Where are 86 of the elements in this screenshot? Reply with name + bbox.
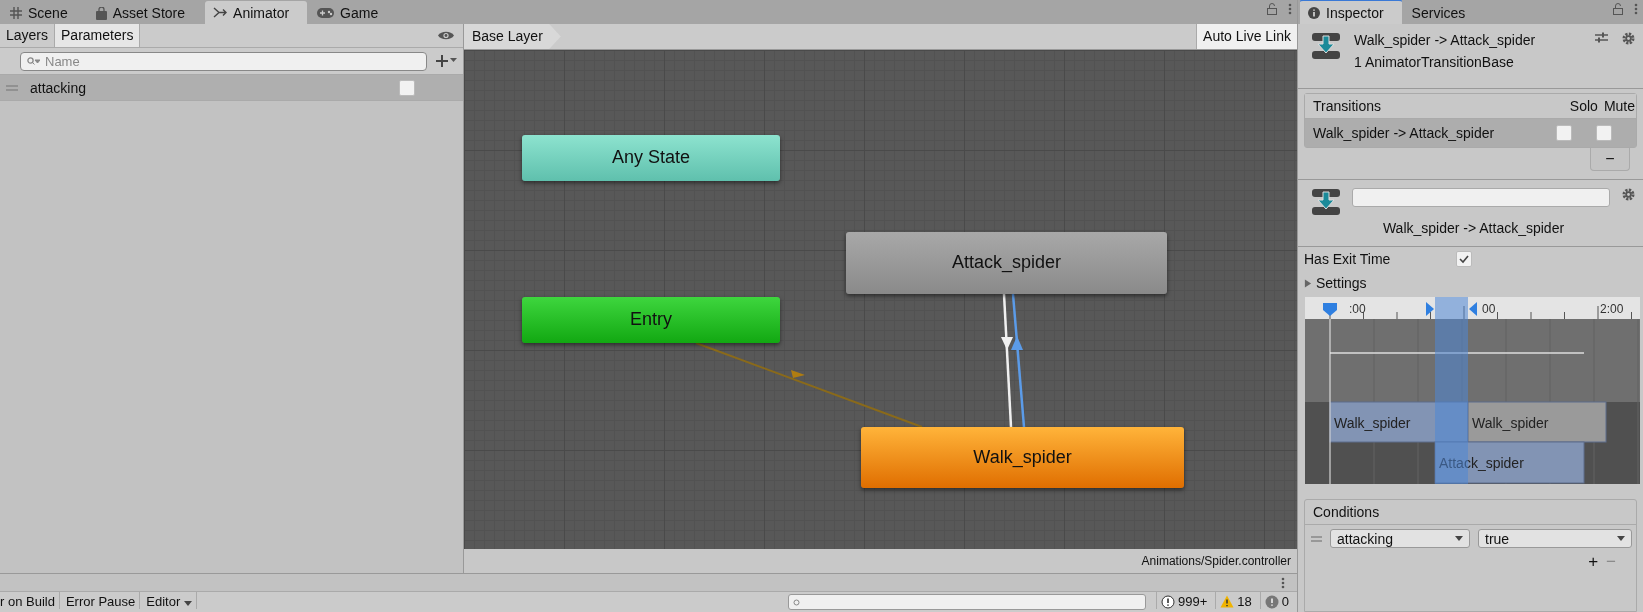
transition-arrow[interactable] [1011, 293, 1026, 428]
more-icon[interactable] [1281, 576, 1285, 589]
column-header: Mute [1603, 98, 1635, 114]
remove-button[interactable]: − [1590, 148, 1630, 171]
grid-icon [10, 7, 22, 19]
state-node[interactable]: Walk_spider [861, 426, 1184, 488]
search-icon [27, 56, 40, 66]
search-field[interactable]: Name [20, 51, 427, 71]
lock-icon[interactable] [1613, 3, 1623, 15]
auto-live-link-button[interactable]: Auto Live Link [1196, 24, 1297, 49]
panel-tab[interactable]: Parameters [55, 24, 141, 47]
transition-icon [1312, 32, 1340, 60]
plus-icon [435, 54, 457, 68]
caret-icon [1455, 536, 1463, 541]
warning-icon [1220, 595, 1235, 608]
state-node[interactable]: Attack_spider [846, 231, 1167, 294]
inspector-subtitle: 1 AnimatorTransitionBase [1354, 54, 1515, 70]
column-header: Transitions [1313, 98, 1381, 114]
parameter-row[interactable]: attacking [0, 75, 463, 101]
search-icon [793, 599, 801, 607]
editor-dropdown[interactable]: Editor [146, 592, 197, 609]
sliders-icon[interactable] [1595, 32, 1608, 43]
transition-icon [1312, 188, 1340, 216]
add-dropdown-button[interactable] [435, 54, 457, 68]
triangle-icon [1304, 278, 1312, 288]
state-node[interactable]: Any State [522, 134, 780, 181]
parameter-name: attacking [30, 79, 87, 96]
column-header: Solo [1569, 98, 1598, 114]
transition-name: Walk_spider -> Attack_spider [1313, 125, 1495, 141]
section-title: Conditions [1313, 504, 1380, 520]
clip-label: Walk_spider [1472, 415, 1549, 431]
mute-checkbox[interactable] [1596, 125, 1612, 141]
clip-label: Walk_spider [1334, 415, 1411, 431]
field-label: Has Exit Time [1304, 251, 1392, 267]
controller-path: Animations/Spider.controller [1141, 554, 1291, 568]
ruler-label: :00 [1349, 302, 1366, 316]
count-toggle[interactable]: 0 [1259, 592, 1297, 609]
ruler-label: 2:00 [1600, 302, 1624, 316]
editor-tab[interactable]: Animator [205, 1, 308, 24]
more-icon[interactable] [1288, 3, 1292, 15]
gamepad-icon [317, 8, 335, 18]
transition-row[interactable]: Walk_spider -> Attack_spider [1305, 119, 1636, 147]
settings-icon[interactable] [1622, 188, 1635, 201]
eye-icon[interactable] [437, 30, 455, 41]
parameter-dropdown[interactable]: attacking [1330, 529, 1470, 548]
editor-tab[interactable]: Asset Store [87, 2, 204, 24]
ruler-label: 00 [1482, 302, 1496, 316]
info-icon [1161, 594, 1175, 609]
clip[interactable] [1467, 401, 1607, 443]
lock-icon[interactable] [1267, 3, 1277, 15]
inspector-tab[interactable]: Services [1403, 2, 1484, 24]
inspector-tab[interactable]: Inspector [1300, 0, 1402, 24]
toolbar-toggle[interactable]: Error Pause [65, 592, 141, 609]
clip-label: Attack_spider [1439, 455, 1524, 471]
editor-tab[interactable]: Scene [2, 2, 86, 24]
bag-icon [95, 6, 107, 20]
foldout[interactable]: Settings [1298, 271, 1643, 295]
drag-handle-icon [1311, 535, 1322, 542]
info-icon [1308, 6, 1320, 19]
end-marker[interactable] [1469, 302, 1477, 316]
drag-handle-icon [6, 84, 18, 91]
name-field[interactable] [1352, 188, 1610, 207]
solo-checkbox[interactable] [1556, 125, 1572, 141]
add-button[interactable]: + [1588, 552, 1599, 572]
toolbar-toggle[interactable]: r on Build [0, 592, 60, 609]
count-toggle[interactable]: 18 [1215, 592, 1260, 609]
count-toggle[interactable]: 999+ [1156, 592, 1216, 609]
breadcrumb[interactable]: Base Layer [464, 24, 561, 49]
search-field[interactable] [788, 594, 1146, 610]
checkbox[interactable] [1456, 251, 1472, 267]
playhead-marker[interactable] [1323, 303, 1337, 316]
caret-icon [1617, 536, 1625, 541]
timeline-ruler[interactable] [1305, 297, 1640, 319]
branch-icon [213, 7, 228, 18]
more-icon[interactable] [1634, 3, 1638, 15]
state-node[interactable]: Entry [522, 296, 780, 343]
caret-icon [183, 601, 192, 606]
clip[interactable] [1329, 401, 1469, 443]
clip[interactable] [1434, 441, 1585, 484]
error-icon [1264, 594, 1279, 609]
inspector-title: Walk_spider -> Attack_spider [1354, 32, 1536, 48]
settings-icon[interactable] [1622, 32, 1635, 45]
editor-tab[interactable]: Game [309, 2, 397, 24]
checkbox[interactable] [399, 79, 415, 96]
transition-name: Walk_spider -> Attack_spider [1382, 220, 1565, 236]
value-dropdown[interactable]: true [1478, 529, 1632, 548]
